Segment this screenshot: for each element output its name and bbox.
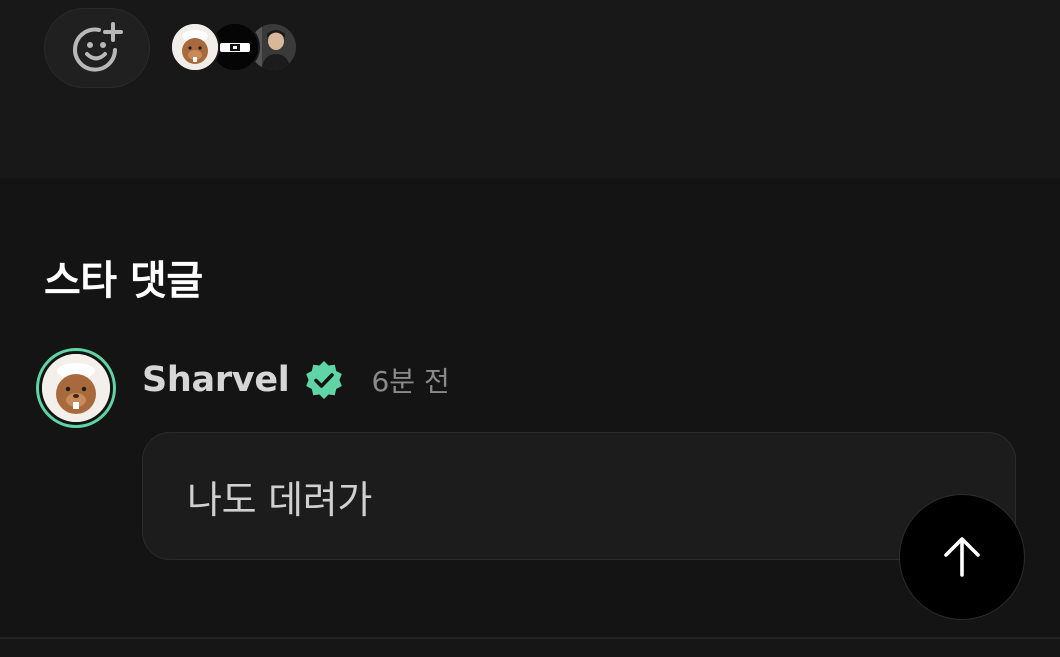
comment-header: Sharvel 6분 전 [142, 356, 450, 404]
section-title: 스타 댓글 [44, 258, 203, 304]
comment-author-name[interactable]: Sharvel [142, 360, 290, 400]
beaver-avatar-icon [170, 22, 220, 72]
reaction-area [0, 0, 1060, 178]
comment-bubble[interactable]: 나도 데려가 [142, 432, 1016, 560]
scroll-to-top-button[interactable] [899, 494, 1025, 620]
next-section [0, 639, 1060, 657]
comment-author-avatar[interactable] [36, 348, 116, 428]
add-reaction-button[interactable] [44, 8, 150, 88]
comment-text: 나도 데려가 [187, 477, 373, 522]
arrow-up-icon [944, 537, 980, 577]
add-reaction-smiley-icon [73, 22, 123, 72]
comment-timestamp: 6분 전 [371, 365, 450, 398]
beaver-avatar-icon [42, 354, 110, 422]
verified-badge-icon [306, 361, 343, 399]
